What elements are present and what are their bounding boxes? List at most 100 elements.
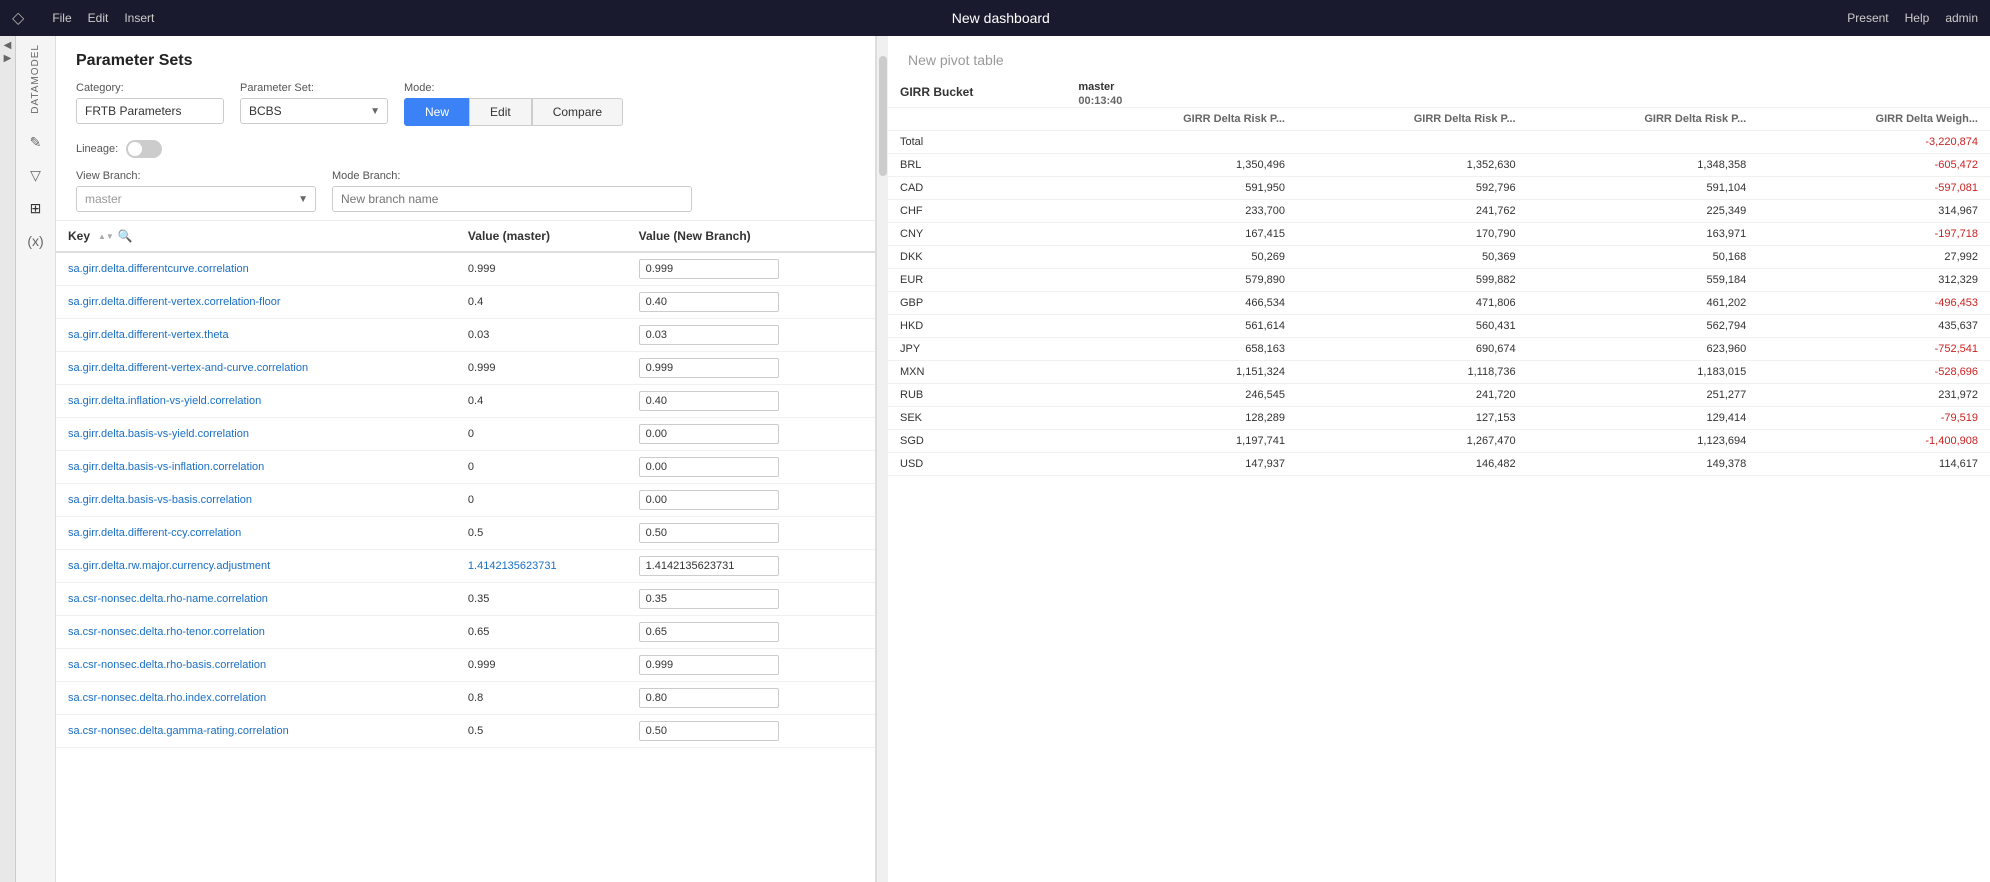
- category-input[interactable]: [76, 98, 224, 124]
- lineage-toggle[interactable]: [126, 140, 162, 158]
- branch-value-input[interactable]: [639, 589, 779, 609]
- param-table: Key ▲▼ 🔍 Value (master) Value (New Branc…: [56, 221, 875, 748]
- pivot-value-cell: 147,937: [1066, 453, 1297, 476]
- param-master-cell: 0.999: [456, 352, 627, 385]
- branch-row: View Branch: ▼ Mode Branch:: [76, 170, 855, 212]
- param-branch-cell[interactable]: [627, 319, 875, 352]
- table-row: sa.girr.delta.different-vertex-and-curve…: [56, 352, 875, 385]
- view-branch-input[interactable]: [76, 186, 316, 212]
- table-row: sa.csr-nonsec.delta.rho.index.correlatio…: [56, 682, 875, 715]
- table-row: sa.girr.delta.basis-vs-inflation.correla…: [56, 451, 875, 484]
- pivot-value-cell: 241,720: [1297, 384, 1528, 407]
- mode-compare-button[interactable]: Compare: [532, 98, 623, 126]
- pivot-value-cell: 471,806: [1297, 292, 1528, 315]
- branch-value-input[interactable]: [639, 292, 779, 312]
- pivot-value-cell: 1,350,496: [1066, 154, 1297, 177]
- branch-value-input[interactable]: [639, 325, 779, 345]
- branch-value-input[interactable]: [639, 490, 779, 510]
- param-branch-cell[interactable]: [627, 385, 875, 418]
- filter-icon[interactable]: ▽: [26, 163, 45, 188]
- param-branch-cell[interactable]: [627, 682, 875, 715]
- pivot-row: RUB246,545241,720251,277231,972: [888, 384, 1990, 407]
- pivot-row: Total-3,220,874: [888, 131, 1990, 154]
- scrollbar[interactable]: [876, 36, 888, 882]
- table-row: sa.csr-nonsec.delta.rho-basis.correlatio…: [56, 649, 875, 682]
- collapse-left-icon[interactable]: ◀: [4, 40, 12, 51]
- expand-right-icon[interactable]: ▶: [4, 53, 12, 64]
- branch-value-input[interactable]: [639, 655, 779, 675]
- pencil-icon[interactable]: ✎: [26, 130, 46, 155]
- param-master-cell: 0.5: [456, 517, 627, 550]
- table-row: sa.girr.delta.different-vertex.correlati…: [56, 286, 875, 319]
- menu-insert[interactable]: Insert: [124, 11, 154, 25]
- pivot-value-cell: 1,267,470: [1297, 430, 1528, 453]
- menu-file[interactable]: File: [52, 11, 71, 25]
- mode-new-button[interactable]: New: [404, 98, 469, 126]
- param-branch-cell[interactable]: [627, 583, 875, 616]
- present-button[interactable]: Present: [1847, 11, 1888, 25]
- top-bar: ◇ File Edit Insert New dashboard Present…: [0, 0, 1990, 36]
- pivot-value-cell: 170,790: [1297, 223, 1528, 246]
- right-panel: New pivot table GIRR Bucket master 00:13…: [888, 36, 1990, 882]
- left-panel: Parameter Sets Category: Parameter Set: …: [56, 36, 876, 882]
- param-branch-cell[interactable]: [627, 352, 875, 385]
- pivot-weighted-cell: 314,967: [1758, 200, 1990, 223]
- param-branch-cell[interactable]: [627, 418, 875, 451]
- param-branch-cell[interactable]: [627, 715, 875, 748]
- pivot-value-cell: 50,168: [1528, 246, 1759, 269]
- pivot-row-label: SGD: [888, 430, 1066, 453]
- sort-icon[interactable]: ▲▼: [98, 232, 114, 241]
- col-master-header: Value (master): [456, 221, 627, 252]
- pivot-empty-header: [888, 108, 1066, 131]
- table-row: sa.csr-nonsec.delta.gamma-rating.correla…: [56, 715, 875, 748]
- mode-branch-input[interactable]: [332, 186, 692, 212]
- menu-edit[interactable]: Edit: [88, 11, 109, 25]
- branch-value-input[interactable]: [639, 358, 779, 378]
- branch-value-input[interactable]: [639, 523, 779, 543]
- pivot-master-header: master 00:13:40: [1066, 76, 1990, 108]
- branch-value-input[interactable]: [639, 688, 779, 708]
- scroll-thumb[interactable]: [879, 56, 887, 176]
- pivot-row-label: CAD: [888, 177, 1066, 200]
- param-branch-cell[interactable]: [627, 484, 875, 517]
- param-master-cell: 0: [456, 484, 627, 517]
- param-branch-cell[interactable]: [627, 517, 875, 550]
- pivot-row-label: MXN: [888, 361, 1066, 384]
- param-master-cell: 0: [456, 418, 627, 451]
- param-master-cell: 0.999: [456, 252, 627, 286]
- param-branch-cell[interactable]: [627, 649, 875, 682]
- param-branch-cell[interactable]: [627, 550, 875, 583]
- help-button[interactable]: Help: [1905, 11, 1930, 25]
- param-master-cell: 0.35: [456, 583, 627, 616]
- branch-value-input[interactable]: [639, 556, 779, 576]
- pivot-row: BRL1,350,4961,352,6301,348,358-605,472: [888, 154, 1990, 177]
- pivot-col-header: GIRR Delta Risk P...: [1297, 108, 1528, 131]
- branch-value-input[interactable]: [639, 391, 779, 411]
- mode-button-group: New Edit Compare: [404, 98, 623, 126]
- param-branch-cell[interactable]: [627, 616, 875, 649]
- param-set-select[interactable]: BCBS: [240, 98, 388, 124]
- branch-value-input[interactable]: [639, 721, 779, 741]
- pivot-weighted-cell: 435,637: [1758, 315, 1990, 338]
- pivot-weighted-cell: -3,220,874: [1758, 131, 1990, 154]
- category-group: Category:: [76, 82, 224, 124]
- branch-value-input[interactable]: [639, 424, 779, 444]
- mode-edit-button[interactable]: Edit: [469, 98, 532, 126]
- view-branch-label: View Branch:: [76, 170, 316, 182]
- search-icon[interactable]: 🔍: [118, 229, 133, 243]
- pivot-value-cell: 146,482: [1297, 453, 1528, 476]
- admin-user[interactable]: admin: [1945, 11, 1978, 25]
- branch-value-input[interactable]: [639, 457, 779, 477]
- param-key-cell: sa.girr.delta.different-vertex-and-curve…: [56, 352, 456, 385]
- param-branch-cell[interactable]: [627, 286, 875, 319]
- page-title: New dashboard: [174, 10, 1827, 26]
- variable-icon[interactable]: (x): [23, 229, 47, 253]
- table-icon[interactable]: ⊞: [26, 196, 46, 221]
- branch-value-input[interactable]: [639, 259, 779, 279]
- param-master-cell: 1.4142135623731: [456, 550, 627, 583]
- param-master-cell: 0.4: [456, 286, 627, 319]
- param-branch-cell[interactable]: [627, 451, 875, 484]
- branch-value-input[interactable]: [639, 622, 779, 642]
- pivot-table: GIRR Bucket master 00:13:40 GIRR Delta R…: [888, 76, 1990, 476]
- param-branch-cell[interactable]: [627, 252, 875, 286]
